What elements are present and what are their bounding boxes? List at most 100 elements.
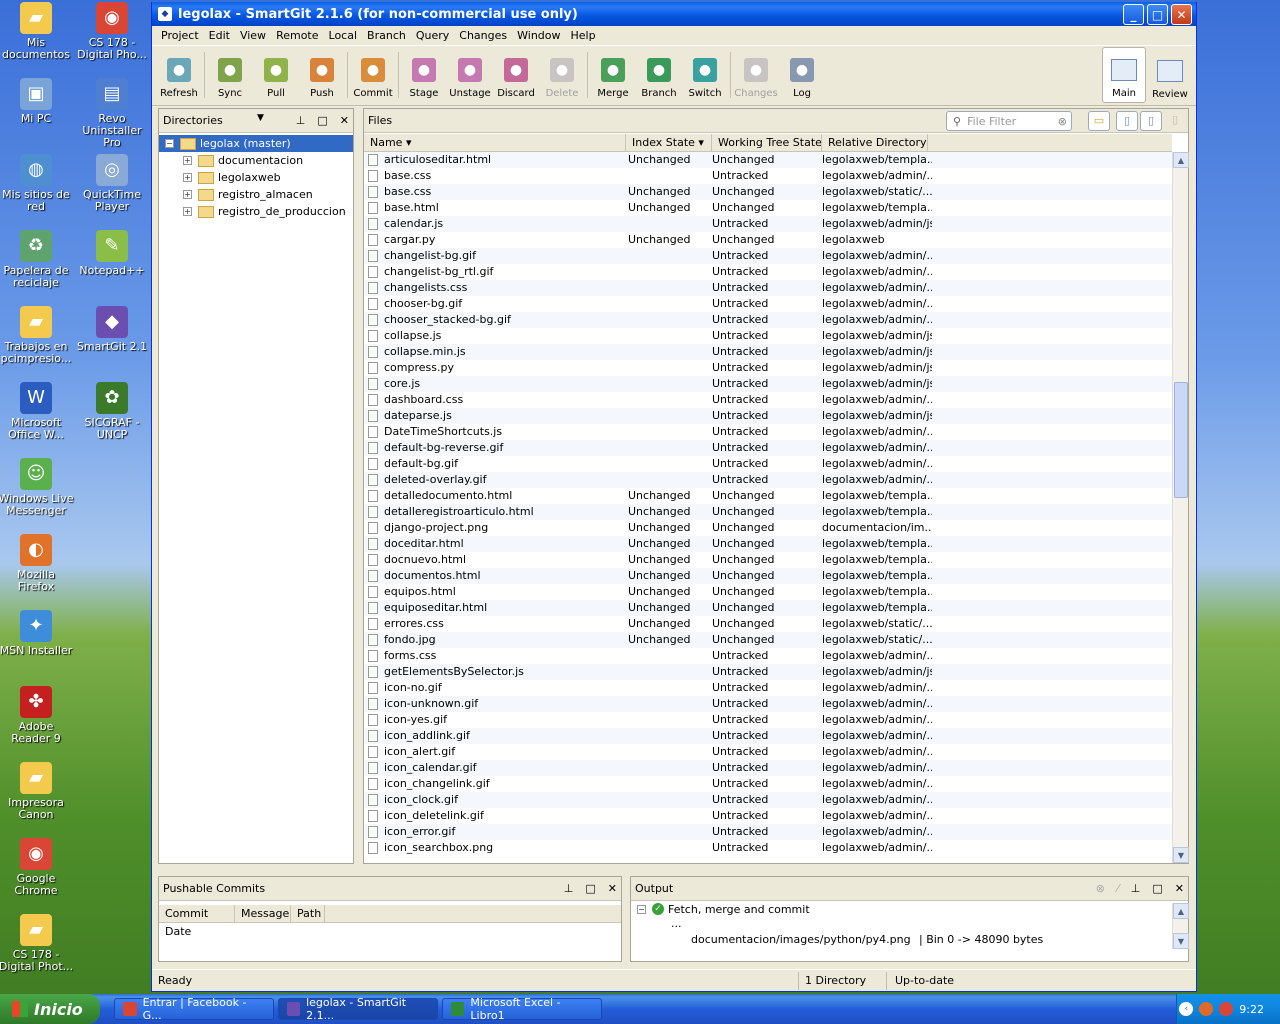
maximize-panel-icon[interactable]: □ xyxy=(585,882,595,895)
menu-query[interactable]: Query xyxy=(411,29,454,42)
taskbar-button-2[interactable]: legolax - SmartGit 2.1... xyxy=(278,996,438,1022)
table-row[interactable]: forms.css Untracked legolaxweb/admin/... xyxy=(364,648,1172,664)
table-row[interactable]: collapse.min.js Untracked legolaxweb/admin… xyxy=(364,344,1172,360)
table-row[interactable]: equiposeditar.html Unchanged Unchanged lego… xyxy=(364,600,1172,616)
unstage-button[interactable]: ● Unstage xyxy=(447,48,493,102)
table-row[interactable]: doceditar.html Unchanged Unchanged legolaxw… xyxy=(364,536,1172,552)
table-row[interactable]: default-bg-reverse.gif Untracked legolaxwe… xyxy=(364,440,1172,456)
table-row[interactable]: core.js Untracked legolaxweb/admin/js xyxy=(364,376,1172,392)
table-row[interactable]: icon_deletelink.gif Untracked legolaxweb/a… xyxy=(364,808,1172,824)
clear-filter-icon[interactable]: ⊗ xyxy=(1058,115,1067,128)
table-row[interactable]: base.html Unchanged Unchanged legolaxweb/te… xyxy=(364,200,1172,216)
clear-output-icon[interactable]: ⁄ xyxy=(1117,882,1119,895)
open-folder-icon[interactable]: ▭ xyxy=(1088,111,1110,131)
scroll-down-icon[interactable]: ▼ xyxy=(1173,933,1189,949)
table-row[interactable]: articuloseditar.html Unchanged Unchanged le… xyxy=(364,152,1172,168)
column-relative-directory[interactable]: Relative Directory xyxy=(822,134,928,151)
table-row[interactable]: docnuevo.html Unchanged Unchanged legolaxwe… xyxy=(364,552,1172,568)
close-button[interactable]: ✕ xyxy=(1171,4,1192,25)
desktop-icon-mi-pc[interactable]: ▣ Mi PC xyxy=(0,78,74,125)
delete-button[interactable]: ● Delete xyxy=(539,48,585,102)
table-row[interactable]: dashboard.css Untracked legolaxweb/admin/.… xyxy=(364,392,1172,408)
desktop-icon-papelera-de-reciclaje[interactable]: ♻ Papelera de reciclaje xyxy=(0,230,74,289)
files-scrollbar[interactable]: ▲ ▼ xyxy=(1172,152,1189,863)
show-ignored-icon[interactable]: ▯ xyxy=(1140,111,1162,131)
table-row[interactable]: django-project.png Unchanged Unchanged docu… xyxy=(364,520,1172,536)
table-row[interactable]: icon_clock.gif Untracked legolaxweb/admin/… xyxy=(364,792,1172,808)
column-name[interactable]: Name ▾ xyxy=(364,134,626,151)
desktop-icon-msn-installer[interactable]: ✦ MSN Installer xyxy=(0,610,74,657)
tree-item-registro-de-produccion[interactable]: + registro_de_produccion xyxy=(159,203,353,220)
table-row[interactable]: collapse.js Untracked legolaxweb/admin/js xyxy=(364,328,1172,344)
desktop-icon-cs-178-digital-phot[interactable]: ▰ CS 178 - Digital Phot... xyxy=(0,914,74,973)
switch-button[interactable]: ● Switch xyxy=(682,48,728,102)
refresh-button[interactable]: ● Refresh xyxy=(156,48,202,102)
table-row[interactable]: deleted-overlay.gif Untracked legolaxweb/a… xyxy=(364,472,1172,488)
output-scrollbar[interactable]: ▲ ▼ xyxy=(1172,903,1189,949)
expand-icon[interactable]: − xyxy=(165,139,174,148)
desktop-icon-windows-live-messenger[interactable]: ☺ Windows Live Messenger xyxy=(0,458,74,517)
desktop-icon-impresora-canon[interactable]: ▰ Impresora Canon xyxy=(0,762,74,821)
log-button[interactable]: ● Log xyxy=(779,48,825,102)
menu-help[interactable]: Help xyxy=(566,29,601,42)
table-row[interactable]: icon_addlink.gif Untracked legolaxweb/admi… xyxy=(364,728,1172,744)
stage-button[interactable]: ● Stage xyxy=(401,48,447,102)
table-row[interactable]: chooser_stacked-bg.gif Untracked legolaxwe… xyxy=(364,312,1172,328)
desktop-icon-microsoft-office-w[interactable]: W Microsoft Office W... xyxy=(0,382,74,441)
pin-icon[interactable]: ⊥ xyxy=(1131,882,1141,895)
commit-button[interactable]: ● Commit xyxy=(350,48,396,102)
scroll-thumb[interactable] xyxy=(1174,382,1188,498)
desktop-icon-google-chrome[interactable]: ◉ Google Chrome xyxy=(0,838,74,897)
expand-icon[interactable]: + xyxy=(183,207,192,216)
desktop-icon-sicgraf-uncp[interactable]: ✿ SICGRAF - UNCP xyxy=(74,382,150,441)
menu-project[interactable]: Project xyxy=(156,29,204,42)
desktop-icon-quicktime-player[interactable]: ◎ QuickTime Player xyxy=(74,154,150,213)
desktop-icon-mis-sitios-de-red[interactable]: ◍ Mis sitios de red xyxy=(0,154,74,213)
table-row[interactable]: detalledocumento.html Unchanged Unchanged l… xyxy=(364,488,1172,504)
expand-icon[interactable]: + xyxy=(183,190,192,199)
menu-remote[interactable]: Remote xyxy=(271,29,323,42)
tree-item-legolax-master[interactable]: − legolax (master) xyxy=(159,135,353,152)
table-row[interactable]: changelist-bg_rtl.gif Untracked legolaxweb… xyxy=(364,264,1172,280)
table-row[interactable]: default-bg.gif Untracked legolaxweb/admin/… xyxy=(364,456,1172,472)
title-bar[interactable]: ◆ legolax - SmartGit 2.1.6 (for non-comm… xyxy=(152,2,1196,26)
output-entry-header[interactable]: − ✓ Fetch, merge and commit xyxy=(637,901,1188,917)
table-row[interactable]: errores.css Unchanged Unchanged legolaxweb/… xyxy=(364,616,1172,632)
file-filter-input[interactable]: ⚲ File Filter ⊗ xyxy=(946,111,1072,131)
tray-expand-icon[interactable]: ‹ xyxy=(1179,1002,1194,1016)
tray-app-icon[interactable] xyxy=(1199,1002,1214,1016)
column-working-tree-state[interactable]: Working Tree State ▾ xyxy=(712,134,822,151)
pin-icon[interactable]: ⊥ xyxy=(296,114,306,127)
pull-button[interactable]: ● Pull xyxy=(253,48,299,102)
column-index-state[interactable]: Index State ▾ xyxy=(626,134,712,151)
push-button[interactable]: ● Push xyxy=(299,48,345,102)
pin-icon[interactable]: ⊥ xyxy=(564,882,574,895)
scroll-up-icon[interactable]: ▲ xyxy=(1173,152,1189,168)
clock[interactable]: 9:22 xyxy=(1239,1003,1264,1016)
tree-item-legolaxweb[interactable]: + legolaxweb xyxy=(159,169,353,186)
table-row[interactable]: DateTimeShortcuts.js Untracked legolaxweb/… xyxy=(364,424,1172,440)
table-row[interactable]: icon-yes.gif Untracked legolaxweb/admin/..… xyxy=(364,712,1172,728)
tree-item-registro-almacen[interactable]: + registro_almacen xyxy=(159,186,353,203)
column-message[interactable]: Message xyxy=(235,905,291,922)
discard-button[interactable]: ● Discard xyxy=(493,48,539,102)
minimize-button[interactable]: _ xyxy=(1123,4,1144,25)
show-files-icon[interactable]: ▯ xyxy=(1116,111,1138,131)
table-row[interactable]: changelists.css Untracked legolaxweb/admin… xyxy=(364,280,1172,296)
desktop-icon-revo-uninstaller-pro[interactable]: ▤ Revo Uninstaller Pro xyxy=(74,78,150,149)
branch-button[interactable]: ● Branch xyxy=(636,48,682,102)
table-row[interactable]: icon-unknown.gif Untracked legolaxweb/admi… xyxy=(364,696,1172,712)
table-row[interactable]: icon_error.gif Untracked legolaxweb/admin/… xyxy=(364,824,1172,840)
desktop-icon-trabajos-en-pcimpresio[interactable]: ▰ Trabajos en pcimpresio... xyxy=(0,306,74,365)
changes-button[interactable]: ● Changes xyxy=(733,48,779,102)
table-row[interactable]: getElementsBySelector.js Untracked legolax… xyxy=(364,664,1172,680)
collapse-icon[interactable]: − xyxy=(637,904,646,914)
table-row[interactable]: cargar.py Unchanged Unchanged legolaxweb xyxy=(364,232,1172,248)
table-row[interactable]: detalleregistroarticulo.html Unchanged Unc… xyxy=(364,504,1172,520)
menu-changes[interactable]: Changes xyxy=(454,29,512,42)
close-panel-icon[interactable]: ✕ xyxy=(608,882,617,895)
column-commit-date[interactable]: Commit Date xyxy=(159,905,235,938)
taskbar-button-1[interactable]: Entrar | Facebook - G... xyxy=(114,996,274,1022)
desktop-icon-adobe-reader-9[interactable]: ✤ Adobe Reader 9 xyxy=(0,686,74,745)
table-row[interactable]: icon_searchbox.png Untracked legolaxweb/ad… xyxy=(364,840,1172,856)
